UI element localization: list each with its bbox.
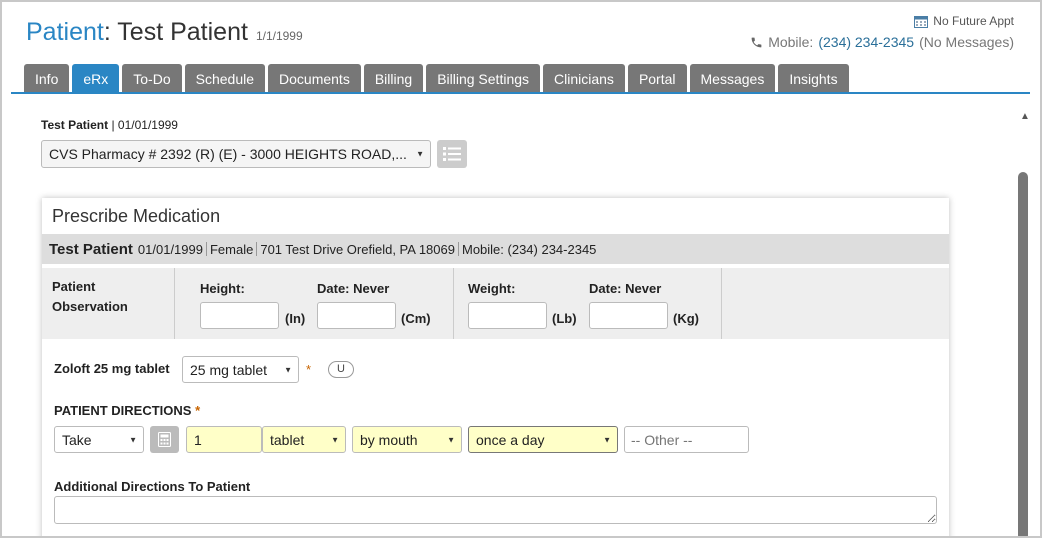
strength-select[interactable]: 25 mg tablet ▼: [182, 356, 299, 383]
patient-name: Test Patient: [117, 18, 248, 46]
route-select[interactable]: by mouth ▼: [352, 426, 462, 453]
height-cell: Height: Date: Never (In) (Cm): [175, 268, 454, 339]
height-date: Date: Never: [317, 281, 390, 296]
strength-value: 25 mg tablet: [190, 361, 268, 378]
tab-insights[interactable]: Insights: [778, 64, 849, 93]
chevron-down-icon: ▼: [331, 435, 339, 444]
tab-clinicians[interactable]: Clinicians: [543, 64, 625, 93]
pharmacy-select[interactable]: CVS Pharmacy # 2392 (R) (E) - 3000 HEIGH…: [41, 140, 431, 168]
scrollbar-thumb[interactable]: [1018, 172, 1028, 536]
height-label: Height:: [200, 281, 245, 296]
dose-unit-select[interactable]: tablet ▼: [262, 426, 346, 453]
patient-summary-name: Test Patient: [41, 118, 109, 132]
weight-lb-input[interactable]: [468, 302, 547, 329]
chevron-down-icon: ▼: [129, 435, 137, 444]
patient-directions-label: PATIENT DIRECTIONS *: [54, 403, 200, 418]
patient-bar-address: 701 Test Drive Orefield, PA 18069: [260, 241, 455, 257]
other-direction-input[interactable]: [624, 426, 749, 453]
medication-name: Zoloft 25 mg tablet: [54, 361, 170, 376]
patient-observation-section: Patient Observation Height: Date: Never …: [42, 268, 949, 339]
phone-icon: [751, 37, 762, 47]
patient-bar-dob: 01/01/1999: [137, 241, 203, 257]
tab-bar: Info eRx To-Do Schedule Documents Billin…: [24, 64, 849, 93]
observation-label-cell: Patient Observation: [42, 268, 175, 339]
height-unit-cm: (Cm): [401, 311, 431, 326]
directions-label-text: PATIENT DIRECTIONS: [54, 403, 192, 418]
list-icon: [443, 147, 461, 161]
phone-row: Mobile: (234) 234-2345 (No Messages): [750, 34, 1014, 50]
divider: [457, 242, 459, 256]
chevron-down-icon: ▼: [447, 435, 455, 444]
tab-portal[interactable]: Portal: [627, 64, 687, 93]
scroll-up-arrow-icon[interactable]: ▲: [1020, 112, 1030, 122]
direction-action-select[interactable]: Take ▼: [54, 426, 144, 453]
divider: [205, 242, 207, 256]
additional-directions-textarea[interactable]: [54, 496, 937, 524]
patient-label: Patient: [26, 18, 104, 46]
app-frame: Patient: Test Patient 1/1/1999 No Future …: [0, 0, 1042, 538]
appointment-status[interactable]: No Future Appt: [750, 14, 1014, 28]
weight-cell: Weight: Date: Never (Lb) (Kg): [454, 268, 722, 339]
chevron-down-icon: ▼: [416, 149, 424, 159]
phone-number[interactable]: (234) 234-2345: [818, 34, 914, 50]
observation-label-1: Patient: [52, 279, 96, 294]
page-title: Patient: Test Patient 1/1/1999: [26, 18, 303, 46]
phone-label: Mobile:: [768, 34, 814, 50]
dose-quantity-value: 1: [194, 431, 202, 448]
required-marker: *: [306, 362, 312, 377]
frequency-value: once a day: [476, 431, 545, 448]
patient-summary-dob: 01/01/1999: [117, 118, 178, 132]
prescribe-panel: Prescribe Medication Test Patient 01/01/…: [42, 198, 949, 536]
tab-messages[interactable]: Messages: [689, 64, 776, 93]
patient-info-bar: Test Patient 01/01/1999 Female 701 Test …: [42, 234, 949, 264]
tab-documents[interactable]: Documents: [268, 64, 361, 93]
tab-billing-settings[interactable]: Billing Settings: [426, 64, 541, 93]
tab-todo[interactable]: To-Do: [122, 64, 182, 93]
patient-bar-name: Test Patient: [49, 240, 133, 258]
header-contact: No Future Appt Mobile: (234) 234-2345 (N…: [750, 14, 1014, 50]
calendar-icon: [914, 15, 929, 28]
dose-unit-value: tablet: [270, 431, 305, 448]
route-value: by mouth: [360, 431, 418, 448]
tab-schedule[interactable]: Schedule: [184, 64, 266, 93]
medication-badge[interactable]: U: [328, 361, 354, 378]
appointment-text: No Future Appt: [933, 14, 1014, 28]
chevron-down-icon: ▼: [603, 435, 611, 444]
weight-date: Date: Never: [589, 281, 662, 296]
patient-summary-line: Test Patient | 01/01/1999: [41, 118, 178, 132]
weight-unit-kg: (Kg): [673, 311, 699, 326]
pharmacy-selected: CVS Pharmacy # 2392 (R) (E) - 3000 HEIGH…: [49, 146, 407, 162]
dose-calculator-button[interactable]: [150, 426, 179, 453]
tab-info[interactable]: Info: [24, 64, 70, 93]
tab-erx[interactable]: eRx: [72, 64, 120, 93]
height-in-input[interactable]: [200, 302, 279, 329]
patient-bar-gender: Female: [209, 241, 254, 257]
chevron-down-icon: ▼: [284, 365, 292, 374]
directions-required-marker: *: [195, 403, 201, 418]
observation-label-2: Observation: [52, 299, 128, 314]
additional-directions-label: Additional Directions To Patient: [54, 479, 251, 494]
weight-label: Weight:: [468, 281, 516, 296]
height-cm-input[interactable]: [317, 302, 396, 329]
panel-title: Prescribe Medication: [52, 206, 221, 226]
patient-bar-mobile: Mobile: (234) 234-2345: [461, 241, 597, 257]
height-unit-in: (In): [285, 311, 306, 326]
tab-underline: [11, 92, 1030, 94]
pharmacy-list-button[interactable]: [437, 140, 467, 168]
tab-billing[interactable]: Billing: [363, 64, 424, 93]
dose-quantity-input[interactable]: 1: [186, 426, 262, 453]
patient-dob: 1/1/1999: [255, 29, 303, 43]
direction-action-value: Take: [62, 431, 92, 448]
divider: [256, 242, 258, 256]
weight-unit-lb: (Lb): [552, 311, 577, 326]
frequency-select[interactable]: once a day ▼: [468, 426, 618, 453]
calculator-icon: [158, 432, 171, 447]
phone-note: (No Messages): [919, 34, 1014, 50]
weight-kg-input[interactable]: [589, 302, 668, 329]
